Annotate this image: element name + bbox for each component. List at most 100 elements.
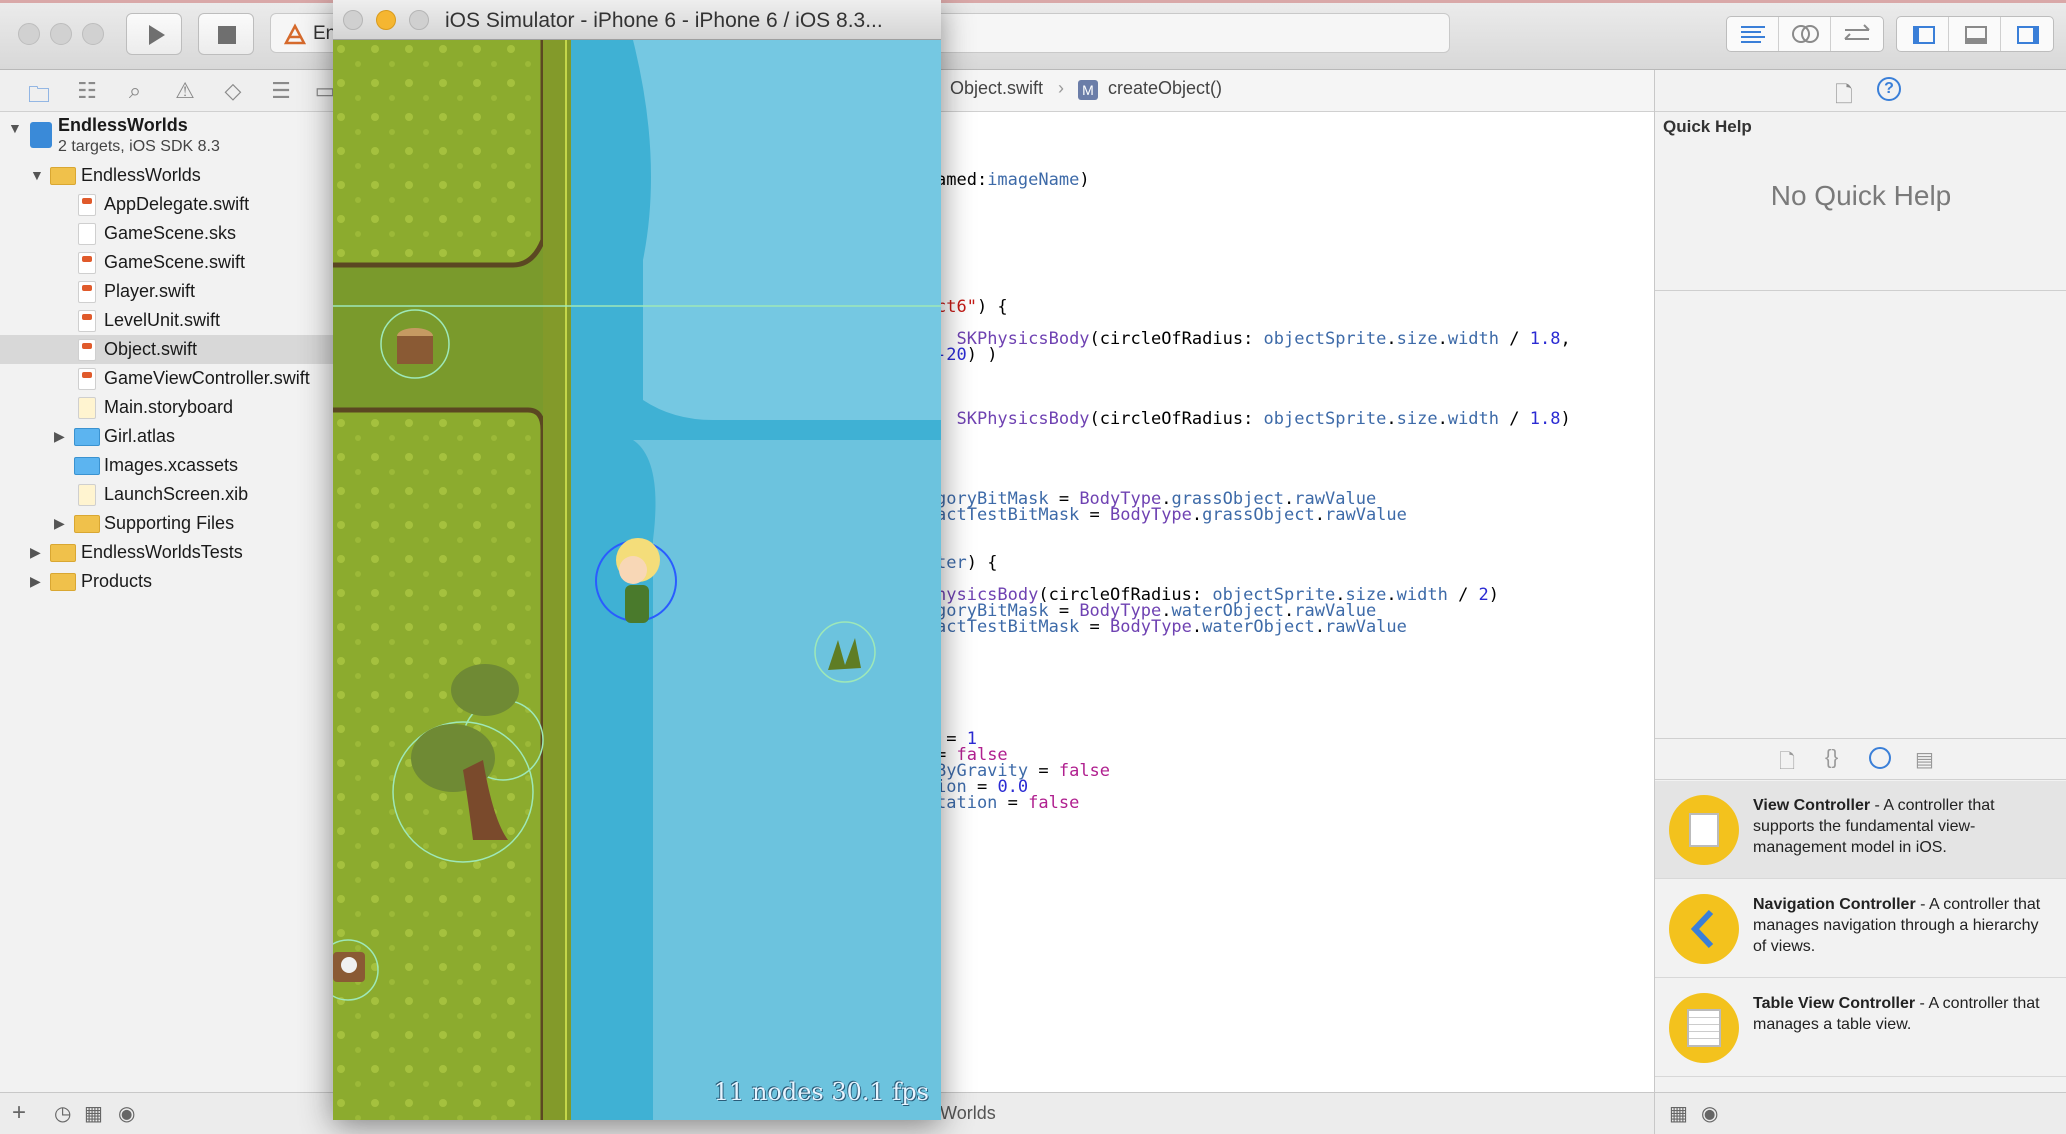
- code-snippet-icon[interactable]: {}: [1825, 747, 1838, 770]
- jumpbar-method[interactable]: createObject(): [1108, 78, 1222, 99]
- project-icon: [30, 122, 52, 148]
- list-item[interactable]: ▶ Supporting Files: [0, 509, 336, 538]
- ios-simulator-window[interactable]: iOS Simulator - iPhone 6 - iPhone 6 / iO…: [333, 0, 941, 1120]
- file-inspector-icon[interactable]: 🗋: [1835, 78, 1853, 116]
- list-item-label: AppDelegate.swift: [104, 194, 250, 214]
- list-item[interactable]: ▶ Products: [0, 567, 336, 596]
- symbol-tab-icon[interactable]: ☷: [72, 78, 102, 104]
- code-line: ter) {: [936, 553, 998, 573]
- test-tab-icon[interactable]: ◇: [218, 78, 248, 104]
- swift-file-icon: [78, 281, 96, 303]
- list-item[interactable]: ▶ EndlessWorldsTests: [0, 538, 336, 567]
- library-item-text: View Controller - A controller that supp…: [1753, 795, 2053, 858]
- list-item[interactable]: GameScene.swift: [0, 248, 336, 277]
- toggle-navigator-button[interactable]: [1897, 17, 1949, 51]
- list-item[interactable]: ▶ Girl.atlas: [0, 422, 336, 451]
- list-item-label: Object.swift: [104, 339, 198, 359]
- play-icon: [149, 25, 165, 45]
- debug-tab-icon[interactable]: ☰: [266, 78, 296, 104]
- list-item[interactable]: LaunchScreen.xib: [0, 480, 336, 509]
- game-scene[interactable]: 11 nodes 30.1 fps: [333, 40, 941, 1120]
- close-window-button[interactable]: [343, 10, 363, 30]
- list-item-label: LevelUnit.swift: [104, 310, 221, 330]
- disclosure-closed-icon[interactable]: ▶: [30, 573, 41, 590]
- code-line: SKPhysicsBody(circleOfRadius: objectSpri…: [956, 329, 1571, 349]
- disclosure-open-icon[interactable]: ▼: [30, 167, 44, 183]
- view-toggle-control[interactable]: [1896, 16, 2054, 52]
- run-button[interactable]: [126, 13, 182, 55]
- list-item-label: GameScene.swift: [104, 252, 246, 272]
- panel-divider[interactable]: [1655, 290, 2066, 291]
- jumpbar-file[interactable]: Object.swift: [950, 78, 1043, 99]
- code-line: actTestBitMask = BodyType.grassObject.ra…: [936, 505, 1407, 525]
- skull-icon: [341, 957, 357, 973]
- atlas-folder-icon: [74, 428, 100, 446]
- tree-stump: [397, 336, 433, 364]
- library-item-navigation-controller[interactable]: Navigation Controller - A controller tha…: [1655, 880, 2066, 978]
- swift-file-icon: [78, 194, 96, 216]
- toggle-debug-area-button[interactable]: [1949, 17, 2001, 51]
- simulator-title: iOS Simulator - iPhone 6 - iPhone 6 / iO…: [445, 9, 883, 32]
- xcode-toolbar: En: [0, 0, 2066, 70]
- version-editor-button[interactable]: [1831, 17, 1883, 51]
- list-item[interactable]: ▼ EndlessWorlds: [0, 161, 336, 190]
- swift-file-icon: [78, 339, 96, 361]
- file-template-icon[interactable]: 🗋: [1779, 747, 1795, 781]
- stop-button[interactable]: [198, 13, 254, 55]
- zoom-window-button[interactable]: [82, 23, 104, 45]
- folder-tab-icon[interactable]: 🗀: [24, 78, 54, 116]
- code-line: SKPhysicsBody(circleOfRadius: objectSpri…: [956, 409, 1571, 429]
- filter-icon[interactable]: ◉: [1701, 1101, 1718, 1126]
- recent-clock-icon[interactable]: ◷: [54, 1101, 71, 1126]
- project-navigator: 🗀 ☷ ⌕ ⚠ ◇ ☰ ▭ ▼ EndlessWorlds 2 targets,…: [0, 70, 336, 1134]
- filter-icon[interactable]: ◉: [118, 1101, 135, 1126]
- warning-tab-icon[interactable]: ⚠: [170, 78, 200, 104]
- minimize-window-button[interactable]: [50, 23, 72, 45]
- list-item[interactable]: GameViewController.swift: [0, 364, 336, 393]
- game-scene-canvas[interactable]: [333, 40, 941, 1120]
- list-item-selected[interactable]: Object.swift: [0, 335, 336, 364]
- grid-view-icon[interactable]: ▦: [1669, 1101, 1688, 1126]
- list-item[interactable]: Main.storyboard: [0, 393, 336, 422]
- add-icon[interactable]: +: [12, 1099, 26, 1127]
- list-item-label: Supporting Files: [104, 513, 235, 533]
- search-tab-icon[interactable]: ⌕: [120, 78, 150, 104]
- list-item[interactable]: Player.swift: [0, 277, 336, 306]
- disclosure-open-icon[interactable]: ▼: [8, 120, 22, 136]
- toggle-utilities-button[interactable]: [2001, 17, 2053, 51]
- grass-patch: [333, 40, 543, 265]
- media-library-icon[interactable]: ▤: [1915, 747, 1934, 772]
- project-root-row[interactable]: ▼ EndlessWorlds 2 targets, iOS SDK 8.3: [0, 114, 336, 160]
- disclosure-closed-icon[interactable]: ▶: [30, 544, 41, 561]
- disclosure-closed-icon[interactable]: ▶: [54, 428, 65, 445]
- venn-circles-icon: [1792, 25, 1819, 43]
- zoom-window-button[interactable]: [409, 10, 429, 30]
- minimize-window-button[interactable]: [376, 10, 396, 30]
- utilities-panel: 🗋 ? Quick Help No Quick Help 🗋 {} ▤ View…: [1654, 70, 2066, 1134]
- list-item-label: Images.xcassets: [104, 455, 239, 475]
- editor-mode-control[interactable]: [1726, 16, 1884, 52]
- list-item[interactable]: GameScene.sks: [0, 219, 336, 248]
- tree-canopy: [451, 664, 519, 716]
- folder-icon: [50, 167, 76, 185]
- list-item[interactable]: LevelUnit.swift: [0, 306, 336, 335]
- chevron-right-icon: ›: [1058, 78, 1064, 98]
- scm-filter-icon[interactable]: ▦: [84, 1101, 103, 1126]
- quick-help-icon[interactable]: ?: [1877, 77, 1901, 101]
- library-item-name: Navigation Controller: [1753, 896, 1916, 913]
- library-item-table-view-controller[interactable]: Table View Controller - A controller tha…: [1655, 979, 2066, 1077]
- standard-editor-button[interactable]: [1727, 17, 1779, 51]
- simulator-titlebar[interactable]: iOS Simulator - iPhone 6 - iPhone 6 / iO…: [333, 0, 941, 40]
- library-item-name: Table View Controller: [1753, 995, 1916, 1012]
- disclosure-closed-icon[interactable]: ▶: [54, 515, 65, 532]
- list-item[interactable]: AppDelegate.swift: [0, 190, 336, 219]
- list-item-label: GameScene.sks: [104, 223, 237, 243]
- close-window-button[interactable]: [18, 23, 40, 45]
- assistant-editor-button[interactable]: [1779, 17, 1831, 51]
- assets-folder-icon: [74, 457, 100, 475]
- code-line: -20) ): [936, 345, 998, 365]
- list-item[interactable]: Images.xcassets: [0, 451, 336, 480]
- list-item-label: EndlessWorlds: [81, 165, 201, 185]
- library-item-view-controller[interactable]: View Controller - A controller that supp…: [1655, 781, 2066, 879]
- object-library-icon[interactable]: [1869, 747, 1891, 769]
